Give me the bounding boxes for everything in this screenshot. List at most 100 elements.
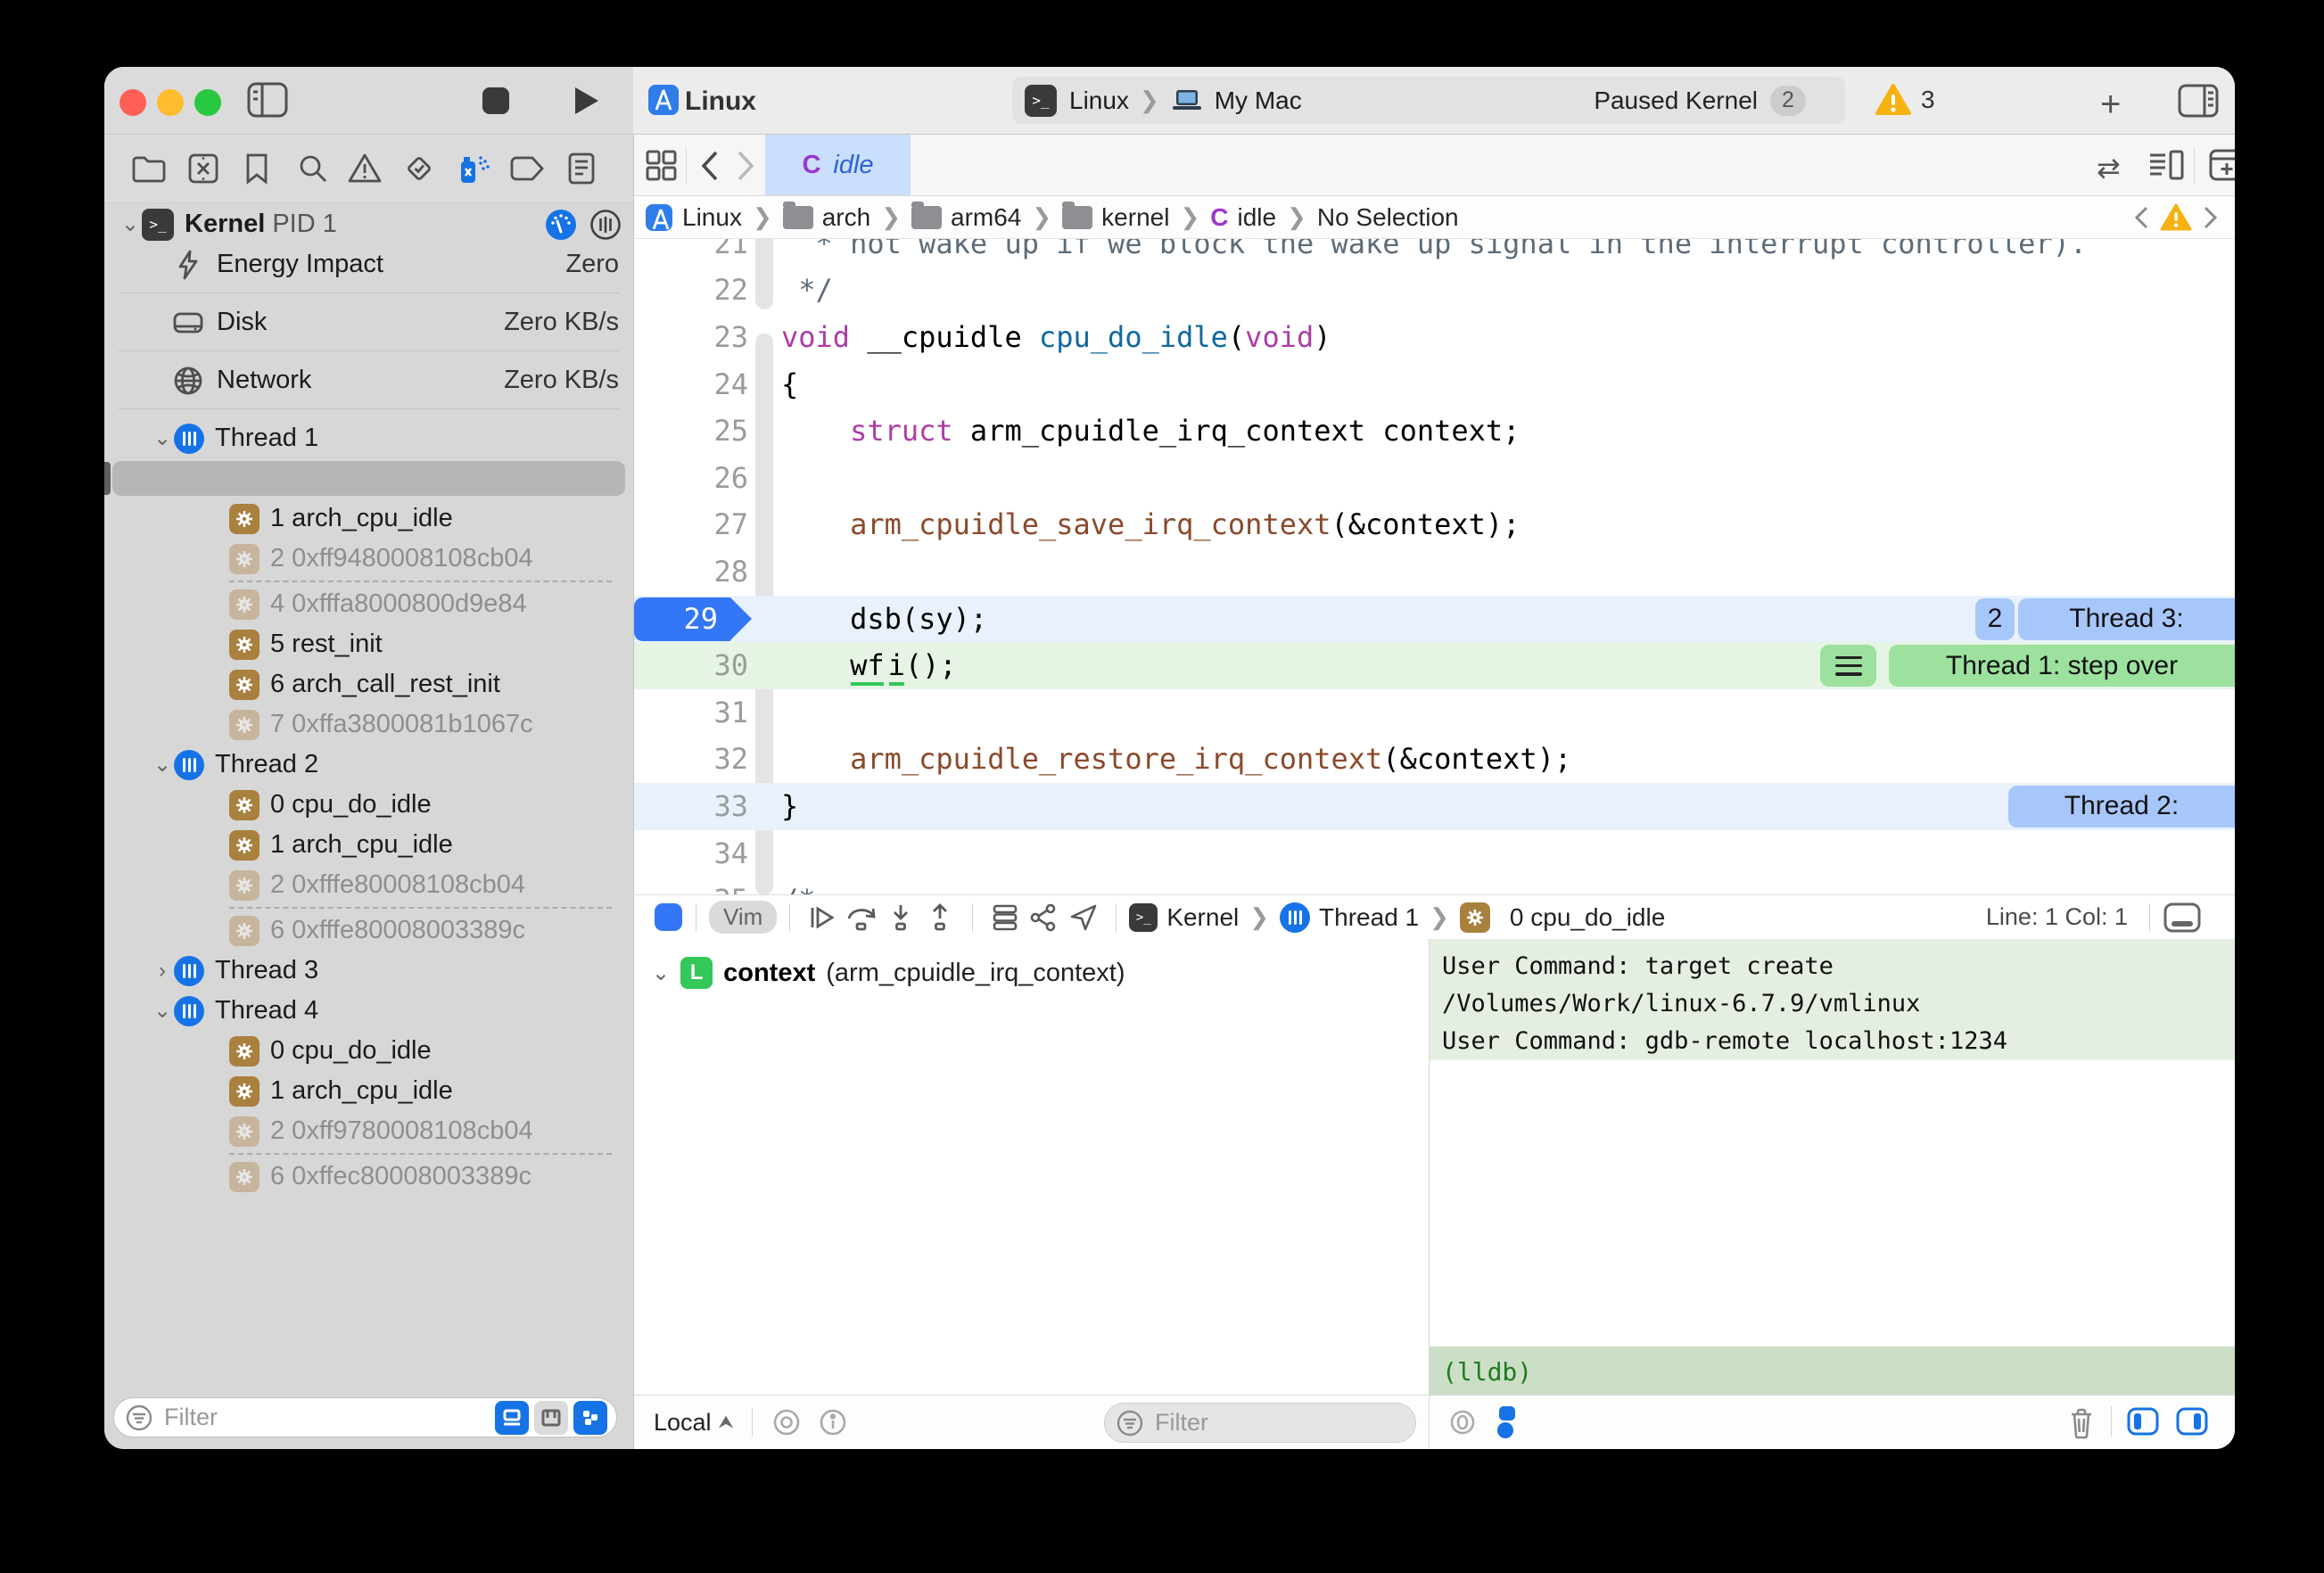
continue-button[interactable] [803,902,842,933]
go-forward-icon[interactable] [734,149,757,183]
variable-row[interactable]: ⌄ L context (arm_cpuidle_irq_context) [652,957,1125,989]
step-into-button[interactable] [881,902,920,933]
code-line-28[interactable]: 28 [634,548,2235,596]
chevron-down-icon[interactable]: ⌄ [151,998,174,1024]
sidebar-item-energy-impact[interactable]: Energy ImpactZero [104,244,633,284]
show-console-toggle[interactable] [2176,1407,2208,1436]
stack-frame-6-0xffec80008003389c[interactable]: 6 0xffec80008003389c [104,1157,633,1197]
sidebar-item-thread-4[interactable]: ⌄Thread 4 [104,991,633,1031]
stack-frame-2-0xff9480008108cb04[interactable]: 2 0xff9480008108cb04 [104,539,633,579]
sidebar-item-thread-2[interactable]: ⌄Thread 2 [104,745,633,785]
code-line-34[interactable]: 34 [634,830,2235,877]
source-editor[interactable]: 21 * not wake up if we block the wake up… [634,239,2235,894]
console-target-icon[interactable] [1447,1407,1478,1437]
breadcrumb-arch[interactable]: arch [783,203,870,232]
console-mode-icon[interactable] [1492,1404,1522,1440]
breadcrumb-arm64[interactable]: arm64 [911,203,1021,232]
minimap-icon[interactable] [2147,148,2185,182]
breadcrumb-no-selection[interactable]: No Selection [1317,203,1459,232]
instruction-pointer[interactable]: 29 [634,597,730,641]
code-line-24[interactable]: 24{ [634,361,2235,408]
prev-issue-icon[interactable] [2131,204,2151,231]
trash-icon[interactable] [2066,1406,2097,1440]
variables-view[interactable]: ⌄ L context (arm_cpuidle_irq_context) [634,939,1428,1396]
stack-frame-0-cpu_do_idle[interactable]: 0 cpu_do_idle [104,1031,633,1071]
warning-icon[interactable] [347,151,383,186]
view-hierarchy-icon[interactable] [985,902,1025,933]
stack-frame-6-0xfffe80008003389c[interactable]: 6 0xfffe80008003389c [104,910,633,951]
chevron-right-icon[interactable]: › [151,959,174,984]
sidebar-item-disk[interactable]: DiskZero KB/s [104,302,633,342]
stack-frame-0-cpu_do_idle[interactable]: 0 cpu_do_idle [104,458,633,498]
sidebar-item-network[interactable]: NetworkZero KB/s [104,360,633,400]
code-line-30[interactable]: 30 wfi();Thread 1: step over [634,642,2235,689]
go-back-icon[interactable] [698,149,721,183]
gauge-icon[interactable] [544,208,578,242]
simulate-location-icon[interactable] [1064,902,1103,933]
stack-frame-7-0xffa3800081b1067c[interactable]: 7 0xffa3800081b1067c [104,704,633,745]
sidebar-item-thread-3[interactable]: ›Thread 3 [104,951,633,991]
search-icon[interactable] [295,151,331,186]
breadcrumb-kernel[interactable]: kernel [1062,203,1169,232]
filter-flagged-button[interactable] [495,1401,529,1435]
stack-frame-4-0xfffa8000800d9e84[interactable]: 4 0xfffa8000800d9e84 [104,584,633,624]
sidebar-item-kernel[interactable]: ⌄ >_ Kernel PID 1 [104,204,633,244]
toggle-sidebar-icon[interactable] [247,82,288,118]
code-line-29[interactable]: 29 dsb(sy);2Thread 3: [634,596,2235,643]
debug-breadcrumb-0-cpu_do_idle[interactable]: 0 cpu_do_idle [1460,902,1665,933]
debug-spray-icon[interactable] [456,151,491,186]
report-icon[interactable] [564,151,599,186]
stack-frame-2-0xff9780008108cb04[interactable]: 2 0xff9780008108cb04 [104,1111,633,1151]
show-variables-toggle[interactable] [2127,1407,2159,1436]
thread-annotation[interactable]: 2 [1975,598,2015,640]
debug-breadcrumb-kernel[interactable]: >_Kernel [1129,903,1239,932]
stack-frame-0-cpu_do_idle[interactable]: 0 cpu_do_idle [104,785,633,825]
tag-icon[interactable] [509,151,545,186]
hide-debug-area-icon[interactable] [2163,902,2201,933]
add-editor-icon[interactable] [2208,148,2235,182]
code-line-33[interactable]: 33}Thread 2: [634,783,2235,830]
chevron-down-icon[interactable]: ⌄ [151,752,174,778]
breakpoints-toggle[interactable] [654,902,683,932]
stack-frame-1-arch_cpu_idle[interactable]: 1 arch_cpu_idle [104,498,633,539]
step-out-button[interactable] [920,902,960,933]
code-line-21[interactable]: 21 * not wake up if we block the wake up… [634,239,2235,268]
zoom-traffic-light[interactable] [194,89,221,116]
thread-annotation-menu[interactable] [1820,645,1876,687]
thread-annotation[interactable]: Thread 3: [2018,598,2235,640]
next-issue-icon[interactable] [2201,204,2221,231]
code-line-31[interactable]: 31 [634,689,2235,737]
threads-view-icon[interactable] [589,208,622,242]
filter-view-mode-button[interactable] [573,1401,607,1435]
stop-button[interactable] [481,86,511,116]
stack-frame-1-arch_cpu_idle[interactable]: 1 arch_cpu_idle [104,1071,633,1111]
breakpoint-box-icon[interactable] [185,151,221,186]
folder-icon[interactable] [131,151,167,186]
filter-crashed-button[interactable] [534,1401,568,1435]
stack-frame-2-0xfffe80008108cb04[interactable]: 2 0xfffe80008108cb04 [104,865,633,905]
stack-frame-6-arch_call_rest_init[interactable]: 6 arch_call_rest_init [104,664,633,704]
code-line-23[interactable]: 23void __cpuidle cpu_do_idle(void) [634,314,2235,361]
inspector-toggle-icon[interactable] [2178,84,2219,118]
step-over-button[interactable] [842,902,881,933]
run-button[interactable] [570,84,602,118]
code-line-25[interactable]: 25 struct arm_cpuidle_irq_context contex… [634,408,2235,455]
warning-count[interactable]: 3 [1875,83,1935,117]
scheme-selector[interactable]: >_ Linux ❯ My Mac Paused Kernel 2 [1012,77,1845,124]
thread-annotation[interactable]: Thread 2: [2008,786,2235,828]
variables-filter-input[interactable]: Filter [1104,1403,1416,1443]
minimize-traffic-light[interactable] [157,89,184,116]
thread-annotation[interactable]: Thread 1: step over [1889,645,2235,687]
code-line-22[interactable]: 22 */ [634,267,2235,314]
info-icon[interactable] [817,1406,849,1438]
debug-breadcrumb-thread-1[interactable]: Thread 1 [1280,902,1419,933]
breadcrumb-idle[interactable]: Cidle [1210,203,1276,232]
close-traffic-light[interactable] [119,89,146,116]
stack-frame-5-rest_init[interactable]: 5 rest_init [104,624,633,664]
issue-warning-icon[interactable] [2160,203,2192,232]
code-line-26[interactable]: 26 [634,455,2235,502]
stack-frame-1-arch_cpu_idle[interactable]: 1 arch_cpu_idle [104,825,633,865]
bookmark-icon[interactable] [239,151,275,186]
console-view[interactable]: User Command: target create /Volumes/Wor… [1429,939,2235,1396]
eye-icon[interactable] [771,1406,803,1438]
